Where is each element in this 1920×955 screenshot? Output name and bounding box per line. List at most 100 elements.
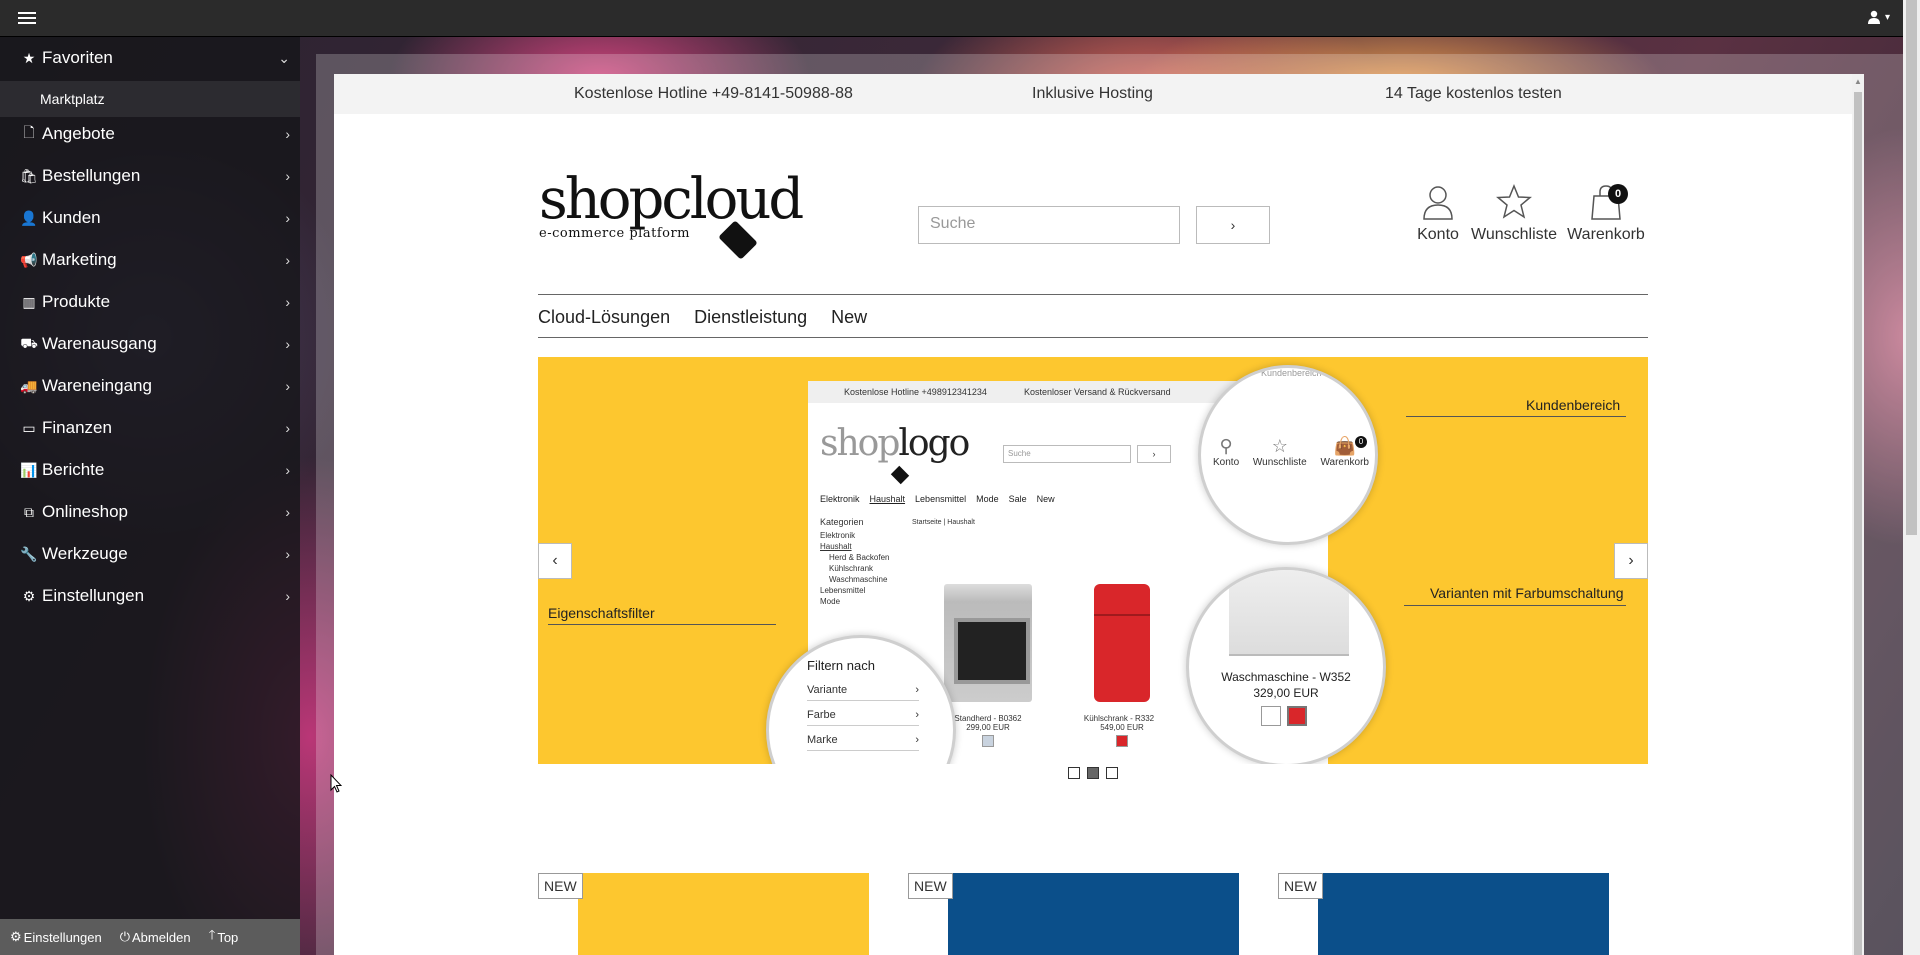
wishlist-link[interactable]: Wunschliste [1464,184,1564,244]
mockup-category: Haushalt [820,542,852,551]
swatch-red[interactable] [1287,706,1307,726]
chevron-right-icon: › [285,420,290,436]
sidebar-icon: 🚚 [20,377,38,394]
product-card[interactable]: NEW [908,873,1240,955]
product-card[interactable]: NEW [1278,873,1610,955]
nav-cloud-loesungen[interactable]: Cloud-Lösungen [538,307,670,337]
mockup-nav-item: Sale [1008,494,1027,504]
chevron-down-icon: ▾ [1884,11,1890,23]
sidebar-icon: ▭ [22,419,36,436]
color-swatch [982,735,994,747]
shop-logo[interactable]: shopcloud e-commerce platform [539,172,804,272]
product-card-image [948,873,1239,955]
sidebar-item-angebote[interactable]: 🗋 Angebote › [0,113,300,155]
product-card-image [1318,873,1609,955]
sidebar-item-label: Warenausgang [42,334,157,353]
scroll-up-arrow-icon[interactable]: ▲ [1854,77,1862,86]
hero-slider: Kostenlose Hotline +498912341234 Kostenl… [538,357,1648,764]
chevron-right-icon: › [285,336,290,352]
slider-dot-2[interactable] [1087,767,1099,779]
mockup-search-button: › [1137,445,1171,463]
chevron-right-icon: › [285,252,290,268]
callout-line-variants [1404,605,1626,606]
mockup-product-oven: Standherd - B0362 299,00 EUR [944,584,1032,749]
sidebar-item-label: Onlineshop [42,502,129,521]
footer-logout-label: Abmelden [132,929,191,945]
callout-variants: Varianten mit Farbumschaltung [1430,585,1624,601]
sidebar-item-label: Einstellungen [42,586,145,605]
arrow-up-icon: 🡑 [208,927,216,942]
user-menu[interactable]: ▾ [1867,10,1890,24]
chevron-right-icon: › [285,126,290,142]
sidebar-item-marketing[interactable]: 📢 Marketing › [0,239,300,281]
variant-swatches [1261,706,1307,726]
slider-pagination [1068,767,1118,779]
star-icon [1496,184,1532,219]
mockup-categories: Kategorien Elektronik Haushalt Herd & Ba… [820,517,889,607]
search-input[interactable]: Suche [918,206,1180,244]
footer-logout-link[interactable]: ⏻ Abmelden [120,929,191,945]
trial-text: 14 Tage kostenlos testen [1385,85,1562,102]
hamburger-menu-icon[interactable] [18,9,36,27]
mockup-hotline: Kostenlose Hotline +498912341234 [844,387,987,397]
account-link[interactable]: Konto [1406,184,1470,244]
sidebar-item-favoriten[interactable]: ★ Favoriten ⌄ [0,37,300,79]
search-button[interactable]: › [1196,206,1270,244]
sidebar-item-marktplatz[interactable]: Marktplatz [0,81,300,117]
star-icon: ☆ [1271,436,1288,456]
slider-dot-3[interactable] [1106,767,1118,779]
sidebar-item-wareneingang[interactable]: 🚚 Wareneingang › [0,365,300,407]
swatch-white[interactable] [1261,706,1281,726]
filter-row-label: Farbe [807,709,836,721]
mockup-search: Suche [1003,445,1131,463]
sidebar-item-label: Berichte [42,460,105,479]
chevron-right-icon: › [285,294,290,310]
circle-cart: 👜 0 Warenkorb [1320,436,1369,468]
sidebar-item-bestellungen[interactable]: 🛍 Bestellungen › [0,155,300,197]
sidebar-item-kunden[interactable]: 👤 Kunden › [0,197,300,239]
sidebar-item-produkte[interactable]: ▥ Produkte › [0,281,300,323]
footer-top-link[interactable]: 🡑 Top [209,926,239,948]
mockup-nav-item: Haushalt [869,494,906,504]
filter-row-farbe: Farbe › [807,701,919,726]
page-scrollbar-thumb[interactable] [1906,0,1917,535]
circle-wishlist-label: Wunschliste [1252,457,1307,468]
mockup-categories-title: Kategorien [820,517,864,527]
chevron-right-icon: › [285,378,290,394]
sidebar-icon: 🗋 [23,124,35,140]
sidebar-icon: 📢 [20,251,38,268]
callout-circle-variants: Waschmaschine - W352 329,00 EUR [1186,567,1386,764]
product-price: 549,00 EUR [1100,723,1144,732]
power-icon: ⏻ [119,929,131,944]
slider-dot-1[interactable] [1068,767,1080,779]
frame-scrollbar-thumb[interactable] [1854,92,1862,955]
sidebar-item-label: Marketing [42,250,117,269]
cart-label: Warenkorb [1567,226,1645,243]
slider-next-button[interactable]: › [1614,543,1648,579]
cart-link[interactable]: 0 Warenkorb [1564,184,1648,244]
circle-konto: ⚲ Konto [1213,436,1239,468]
sidebar-item-warenausgang[interactable]: ⛟ Warenausgang › [0,323,300,365]
mockup-product-fridge: Kühlschrank - R332 549,00 EUR [1084,584,1156,749]
sidebar-item-werkzeuge[interactable]: 🔧 Werkzeuge › [0,533,300,575]
fridge-image [1094,584,1150,702]
nav-new[interactable]: New [831,307,867,337]
sidebar-item-label: Wareneingang [42,376,152,395]
sidebar-item-onlineshop[interactable]: ⧉ Onlineshop › [0,491,300,533]
filter-title: Filtern nach [807,658,875,673]
sidebar-item-berichte[interactable]: 📊 Berichte › [0,449,300,491]
wishlist-label: Wunschliste [1471,226,1557,243]
sidebar-icon: 🛍 [20,167,38,184]
product-card-image [578,873,869,955]
sidebar-icon: ⧉ [24,503,34,520]
mockup-category: Elektronik [820,531,856,540]
footer-settings-link[interactable]: ⚙ Einstellungen [10,929,102,945]
nav-dienstleistung[interactable]: Dienstleistung [694,307,807,337]
slider-prev-button[interactable]: ‹ [538,543,572,579]
sidebar-item-finanzen[interactable]: ▭ Finanzen › [0,407,300,449]
mockup-breadcrumb: Startseite | Haushalt [912,519,975,526]
sidebar-icon: ⛟ [20,334,38,351]
sidebar-item-einstellungen[interactable]: ⚙ Einstellungen › [0,575,300,617]
sidebar-icon: 🔧 [20,545,38,562]
product-card[interactable]: NEW [538,873,870,955]
